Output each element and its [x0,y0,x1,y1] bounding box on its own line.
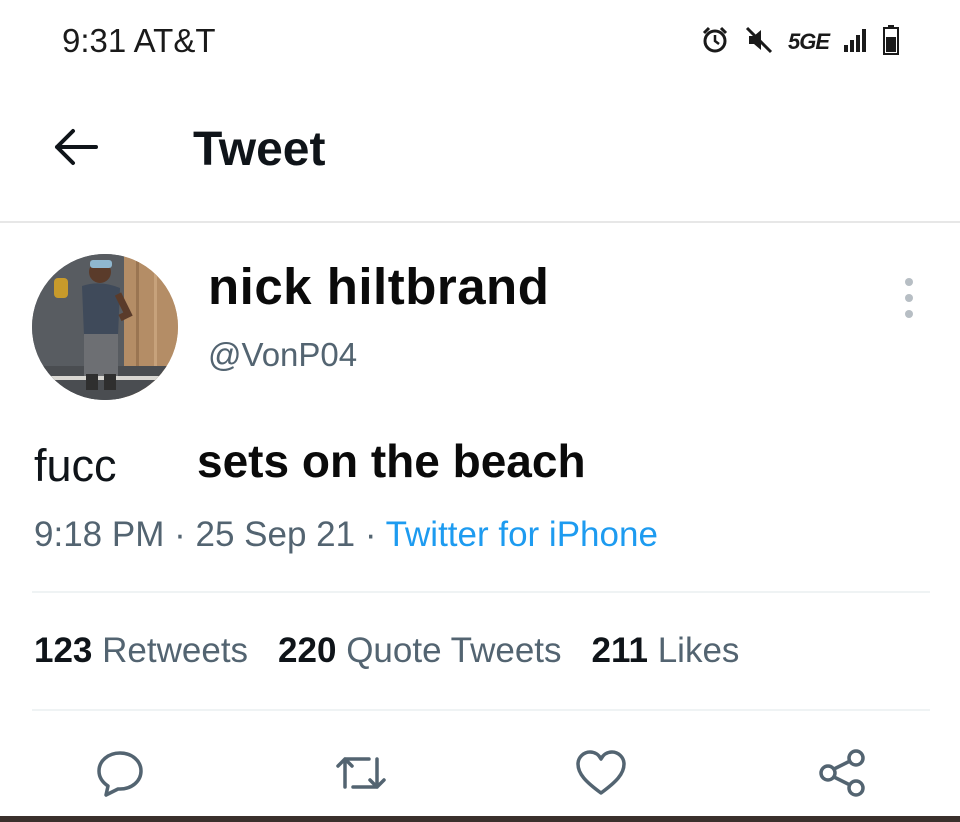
likes-label: Likes [657,631,740,670]
share-icon [816,747,868,804]
status-time: 9:31 AT&T [62,22,215,60]
status-carrier: AT&T [133,22,216,59]
battery-icon [883,24,900,60]
back-arrow-icon [52,128,98,171]
tweet-stats: 123 Retweets 220 Quote Tweets 211 Likes [34,631,739,671]
retweet-icon [333,747,389,804]
tweet-text-start: fucc [34,440,117,491]
retweets-label: Retweets [102,631,249,670]
more-options-button[interactable] [894,278,924,318]
meta-separator: · [364,515,377,554]
likes-count: 211 [591,631,648,670]
page-title: Tweet [193,123,326,176]
alarm-icon [700,25,730,60]
stats-divider-top [32,591,930,593]
bottom-edge [0,816,960,822]
mute-icon [744,25,774,60]
status-icons: 5GE [700,24,900,60]
meta-separator: · [174,515,186,554]
like-icon [574,747,628,804]
quotes-count: 220 [278,631,337,670]
retweets-stat[interactable]: 123 Retweets [34,631,248,670]
more-dot [905,310,913,318]
network-type: 5GE [788,29,830,54]
status-clock: 9:31 [62,22,127,59]
retweets-count: 123 [34,631,93,670]
retweet-button[interactable] [331,745,391,805]
more-dot [905,278,913,286]
share-button[interactable] [812,745,872,805]
quotes-stat[interactable]: 220 Quote Tweets [278,631,561,670]
tweet-time[interactable]: 9:18 PM [34,515,164,554]
tweet-meta: 9:18 PM · 25 Sep 21 · Twitter for iPhone [34,515,658,555]
header-divider [0,221,960,223]
like-button[interactable] [571,745,631,805]
tweet-date[interactable]: 25 Sep 21 [195,515,355,554]
more-dot [905,294,913,302]
author-handle[interactable]: @VonP04 [208,336,357,374]
avatar[interactable] [32,254,178,400]
quotes-label: Quote Tweets [346,631,562,670]
tweet-text-end: sets on the beach [197,435,586,487]
author-display-name[interactable]: nick hiltbrand [208,257,549,316]
tweet-source-link[interactable]: Twitter for iPhone [386,515,658,554]
signal-icon [843,27,869,58]
stats-divider-bottom [32,709,930,711]
likes-stat[interactable]: 211 Likes [592,631,740,670]
reply-icon [94,747,146,804]
reply-button[interactable] [90,745,150,805]
back-button[interactable] [48,126,102,172]
